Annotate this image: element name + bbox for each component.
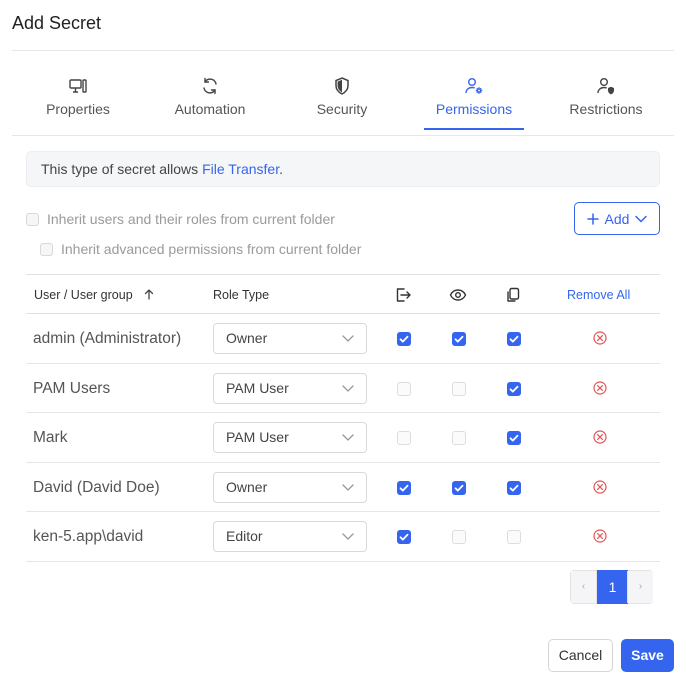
chevron-down-icon (635, 215, 648, 223)
user-column-header[interactable]: User / User group (34, 275, 154, 315)
role-select-value: PAM User (226, 379, 289, 396)
remove-row-icon[interactable] (592, 429, 608, 445)
remove-row-icon[interactable] (592, 330, 608, 346)
file-transfer-checkbox[interactable] (397, 332, 411, 346)
cancel-button[interactable]: Cancel (548, 639, 613, 672)
save-button[interactable]: Save (621, 639, 674, 672)
role-select[interactable]: PAM User (213, 422, 367, 453)
info-text: This type of secret allows (41, 161, 203, 177)
inherit-users-checkbox[interactable] (26, 212, 39, 226)
inherit-users-option: Inherit users and their roles from curre… (26, 211, 335, 227)
view-checkbox[interactable] (452, 381, 466, 396)
chevron-down-icon (342, 483, 354, 491)
next-page-button[interactable]: › (627, 571, 653, 603)
permissions-table: User / User group Role Type Remove All a… (26, 274, 660, 562)
file-transfer-checkbox[interactable] (397, 431, 411, 445)
role-select[interactable]: Owner (213, 471, 367, 503)
view-checkbox[interactable] (452, 530, 466, 544)
table-row: admin (Administrator) Owner (26, 314, 660, 364)
prev-page-button[interactable]: ‹ (571, 571, 597, 603)
user-name: admin (Administrator) (33, 330, 182, 347)
view-checkbox[interactable] (452, 431, 466, 445)
add-button[interactable]: Add (574, 202, 660, 235)
copy-checkbox[interactable] (507, 530, 521, 544)
tab-label: Automation (174, 101, 246, 117)
header-divider (12, 50, 674, 51)
pagination: ‹ 1 › (570, 570, 653, 604)
user-column-label: User / User group (34, 288, 133, 302)
remove-all-button[interactable]: Remove All (567, 275, 630, 315)
role-select[interactable]: Owner (213, 323, 367, 354)
inherit-advanced-label: Inherit advanced permissions from curren… (61, 241, 362, 257)
user-name: PAM Users (33, 379, 111, 397)
tab-label: Properties (46, 101, 110, 117)
copy-checkbox[interactable] (507, 381, 521, 396)
remove-row-icon[interactable] (592, 380, 608, 396)
file-transfer-link[interactable]: File Transfer (202, 161, 279, 177)
tab-permissions[interactable]: Permissions (408, 58, 540, 136)
refresh-icon (200, 76, 220, 96)
tab-automation[interactable]: Automation (144, 58, 276, 136)
chevron-down-icon (342, 434, 354, 441)
monitor-icon (68, 76, 88, 96)
table-row: Mark PAM User (26, 413, 660, 463)
role-select[interactable]: PAM User (213, 372, 367, 404)
page-1-button[interactable]: 1 (597, 570, 628, 604)
table-row: ken-5.app\david Editor (26, 512, 660, 562)
inherit-advanced-option: Inherit advanced permissions from curren… (40, 241, 361, 257)
tab-label: Security (316, 101, 368, 117)
role-select-value: Editor (226, 528, 263, 544)
tab-restrictions[interactable]: Restrictions (540, 58, 672, 136)
user-gear-icon (464, 76, 484, 96)
table-row: David (David Doe) Owner (26, 463, 660, 512)
user-shield-icon (596, 76, 616, 96)
copy-checkbox[interactable] (507, 431, 521, 445)
inherit-advanced-checkbox[interactable] (40, 242, 53, 256)
plus-icon (586, 212, 599, 225)
copy-checkbox[interactable] (507, 480, 521, 495)
tab-bar: Properties Automation Security Permissio… (12, 58, 674, 136)
tab-properties[interactable]: Properties (12, 58, 144, 136)
user-name: David (David Doe) (33, 478, 160, 496)
tab-label: Permissions (435, 101, 513, 117)
role-select[interactable]: Editor (213, 521, 367, 552)
role-select-value: Owner (226, 330, 268, 346)
file-transfer-permission-icon (394, 286, 412, 304)
info-banner: This type of secret allows File Transfer… (26, 151, 660, 187)
view-permission-icon (449, 286, 467, 304)
file-transfer-checkbox[interactable] (397, 480, 411, 495)
user-name: Mark (33, 429, 68, 446)
tab-label: Restrictions (569, 101, 643, 117)
file-transfer-checkbox[interactable] (397, 381, 411, 396)
user-name: ken-5.app\david (33, 528, 144, 545)
table-row: PAM Users PAM User (26, 364, 660, 413)
view-checkbox[interactable] (452, 480, 466, 495)
chevron-down-icon (342, 335, 354, 342)
info-suffix: . (279, 161, 283, 177)
view-checkbox[interactable] (452, 332, 466, 346)
role-select-value: PAM User (226, 429, 289, 445)
chevron-down-icon (342, 533, 354, 540)
file-transfer-checkbox[interactable] (397, 530, 411, 544)
table-header: User / User group Role Type Remove All (26, 274, 660, 314)
remove-row-icon[interactable] (592, 528, 608, 544)
copy-permission-icon (504, 286, 522, 304)
remove-row-icon[interactable] (592, 479, 608, 495)
role-select-value: Owner (226, 478, 268, 495)
copy-checkbox[interactable] (507, 332, 521, 346)
sort-ascending-icon (144, 276, 154, 316)
tab-security[interactable]: Security (276, 58, 408, 136)
role-column-header: Role Type (213, 288, 270, 302)
add-button-label: Add (604, 210, 630, 227)
shield-icon (332, 76, 352, 96)
chevron-down-icon (342, 384, 354, 392)
active-tab-indicator (424, 128, 524, 130)
dialog-title: Add Secret (12, 13, 102, 33)
inherit-users-label: Inherit users and their roles from curre… (47, 211, 335, 227)
